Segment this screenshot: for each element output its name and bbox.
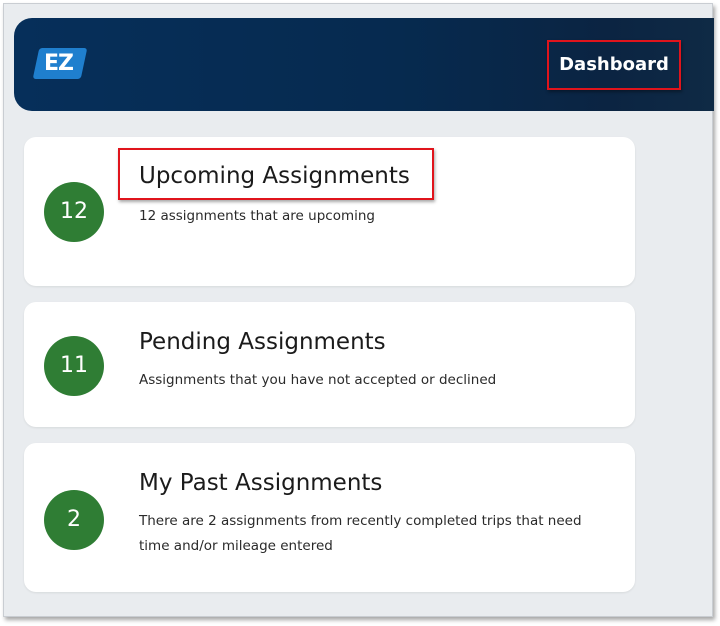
upcoming-assignments-card[interactable]: 12 Upcoming Assignments 12 assignments t… [24, 137, 635, 286]
pending-assignments-title: Pending Assignments [139, 329, 386, 355]
pending-assignments-description: Assignments that you have not accepted o… [139, 372, 497, 388]
dashboard-nav-link[interactable]: Dashboard [547, 40, 681, 90]
past-assignments-card[interactable]: 2 My Past Assignments There are 2 assign… [24, 443, 635, 592]
pending-count-badge: 11 [44, 336, 104, 396]
logo-text: EZ [44, 51, 74, 76]
top-header: EZ Dashboard [14, 18, 714, 111]
past-assignments-description: There are 2 assignments from recently co… [139, 513, 582, 554]
past-count-badge: 2 [44, 490, 104, 550]
upcoming-count-badge: 12 [44, 182, 104, 242]
pending-assignments-card[interactable]: 11 Pending Assignments Assignments that … [24, 302, 635, 427]
upcoming-assignments-description: 12 assignments that are upcoming [139, 208, 375, 224]
app-frame: EZ Dashboard 12 Upcoming Assignments 12 … [3, 3, 714, 617]
past-assignments-title: My Past Assignments [139, 470, 383, 496]
upcoming-assignments-title: Upcoming Assignments [139, 163, 410, 189]
